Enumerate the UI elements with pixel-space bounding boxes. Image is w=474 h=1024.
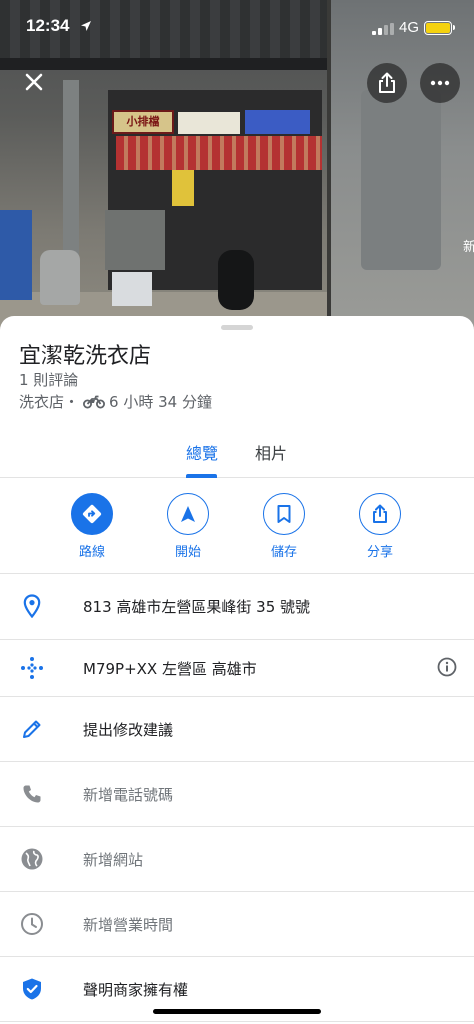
claim-business-text: 聲明商家擁有權: [83, 981, 189, 999]
cellular-signal-icon: [372, 23, 394, 35]
home-indicator[interactable]: [153, 1009, 321, 1014]
plus-code-icon: [21, 657, 43, 679]
suggest-edit-text: 提出修改建議: [83, 721, 174, 739]
directions-icon: [82, 504, 102, 524]
start-navigation-button[interactable]: 開始: [158, 493, 218, 560]
close-icon: [25, 73, 43, 91]
add-hours-text: 新增營業時間: [83, 916, 174, 934]
category-travel-line: 洗衣店・ 6 小時 34 分鐘: [19, 391, 212, 412]
add-hours-row[interactable]: 新增營業時間: [0, 892, 474, 957]
clock-icon: [21, 913, 43, 935]
action-buttons-row: 路線 開始 儲存 分享: [0, 478, 474, 574]
place-category: 洗衣店・: [19, 393, 80, 411]
status-time: 12:34: [26, 16, 70, 35]
tab-overview[interactable]: 總覽: [186, 440, 218, 464]
navigation-icon: [181, 506, 195, 522]
plus-code-row[interactable]: M79P+XX 左營區 高雄市: [0, 640, 474, 697]
place-details-sheet: 宜潔乾洗衣店 1 則評論 洗衣店・ 6 小時 34 分鐘 總覽 相片 路線 開始…: [0, 316, 474, 1024]
review-count-link[interactable]: 1 則評論: [19, 369, 78, 390]
more-horizontal-icon: [430, 80, 450, 86]
share-icon: [373, 504, 387, 523]
edit-pencil-icon: [23, 720, 41, 738]
motorcycle-icon: [83, 395, 106, 408]
travel-time: 6 小時 34 分鐘: [109, 393, 212, 411]
share-header-button[interactable]: [367, 63, 407, 103]
location-pin-icon: [23, 594, 41, 618]
place-title: 宜潔乾洗衣店: [19, 344, 152, 369]
sheet-grabber-handle[interactable]: [221, 325, 253, 330]
add-website-text: 新增網站: [83, 851, 144, 869]
location-arrow-icon: [81, 21, 91, 31]
info-icon[interactable]: [436, 656, 458, 678]
tab-bar: 總覽 相片: [0, 432, 474, 478]
add-phone-text: 新增電話號碼: [83, 786, 174, 804]
status-bar: 12:34 4G: [0, 0, 474, 56]
shop-sign: 小排檔: [112, 110, 174, 134]
address-row[interactable]: 813 高雄市左營區果峰街 35 號號: [0, 574, 474, 640]
add-phone-row[interactable]: 新增電話號碼: [0, 762, 474, 827]
plus-code-text: M79P+XX 左營區 高雄市: [83, 660, 257, 678]
directions-button[interactable]: 路線: [62, 493, 122, 560]
close-button[interactable]: [18, 66, 50, 98]
suggest-edit-row[interactable]: 提出修改建議: [0, 697, 474, 762]
bookmark-icon: [277, 505, 291, 523]
phone-icon: [23, 785, 41, 803]
address-text: 813 高雄市左營區果峰街 35 號號: [83, 598, 311, 616]
globe-icon: [21, 848, 43, 870]
share-button[interactable]: 分享: [350, 493, 410, 560]
save-button[interactable]: 儲存: [254, 493, 314, 560]
more-options-button[interactable]: [420, 63, 460, 103]
add-website-row[interactable]: 新增網站: [0, 827, 474, 892]
share-icon: [379, 72, 395, 93]
tab-photos[interactable]: 相片: [255, 440, 287, 464]
verified-shield-icon: [23, 978, 41, 1000]
network-type: 4G: [399, 19, 420, 36]
battery-icon: [424, 21, 455, 35]
